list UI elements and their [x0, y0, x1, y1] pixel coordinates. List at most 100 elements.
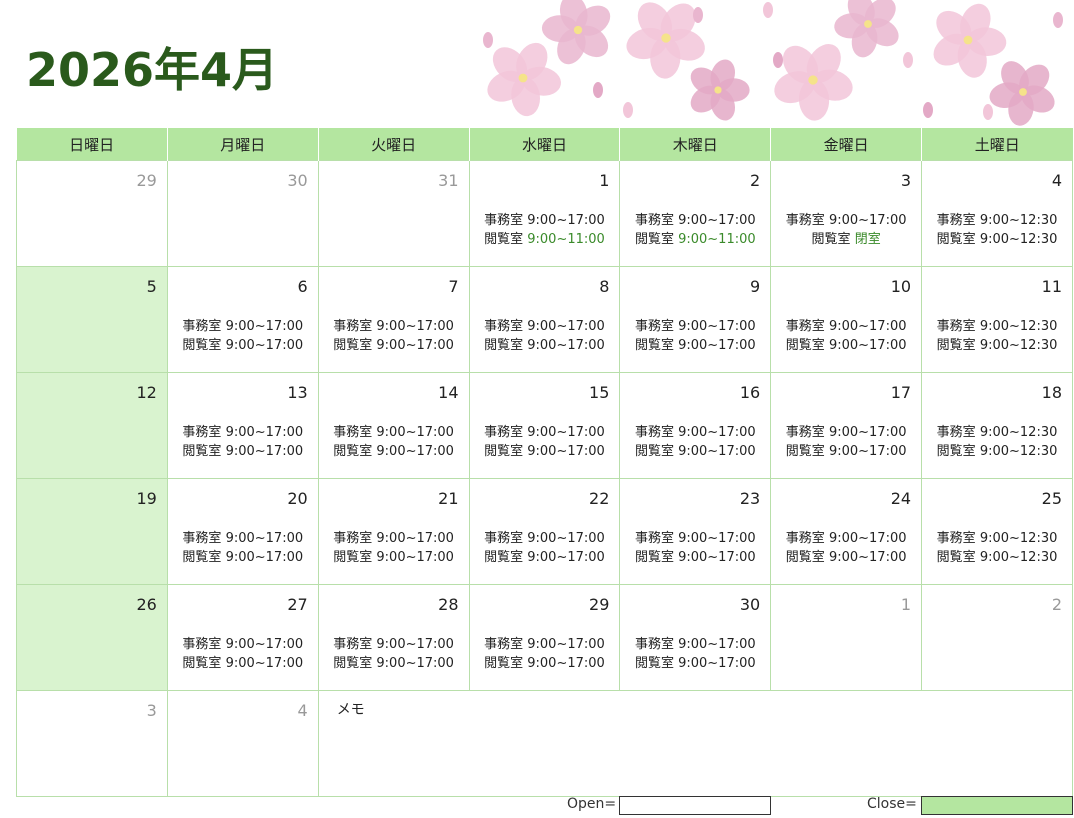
day-cell[interactable]: 1 — [770, 584, 923, 691]
office-label: 事務室 — [634, 213, 674, 228]
day-cell[interactable]: 9 事務室 9:00~17:00 閲覧室 9:00~17:00 — [619, 266, 772, 373]
reading-room-hours: 9:00~17:00 — [225, 550, 304, 565]
day-cell[interactable]: 3 — [16, 690, 168, 797]
reading-room-label: 閲覧室 — [182, 550, 222, 565]
day-cell[interactable]: 26 — [16, 584, 168, 691]
reading-room-hours: 9:00~17:00 — [828, 444, 907, 459]
office-label: 事務室 — [182, 637, 222, 652]
day-cell[interactable]: 30 事務室 9:00~17:00 閲覧室 9:00~17:00 — [619, 584, 772, 691]
opening-hours: 事務室 9:00~12:30 閲覧室 9:00~12:30 — [922, 529, 1072, 567]
weekday-monday: 月曜日 — [166, 128, 319, 161]
day-number: 2 — [1051, 595, 1062, 614]
day-cell[interactable]: 12 — [16, 372, 168, 479]
day-number: 1 — [900, 595, 912, 614]
reading-room-label: 閲覧室 — [936, 338, 976, 353]
day-cell[interactable]: 29 — [16, 160, 168, 267]
office-label: 事務室 — [333, 531, 373, 546]
day-cell[interactable]: 8 事務室 9:00~17:00 閲覧室 9:00~17:00 — [468, 266, 621, 373]
reading-room-label: 閲覧室 — [811, 232, 851, 247]
day-cell[interactable]: 3 事務室 9:00~17:00 閲覧室 閉室 — [770, 160, 923, 267]
office-hours: 9:00~17:00 — [527, 319, 605, 334]
reading-room-hours: 9:00~17:00 — [527, 656, 605, 671]
legend-open-label: Open= — [567, 796, 617, 812]
day-cell[interactable]: 25 事務室 9:00~12:30 閲覧室 9:00~12:30 — [921, 478, 1073, 585]
day-number: 9 — [750, 277, 761, 296]
day-number: 26 — [136, 595, 157, 614]
opening-hours: 事務室 9:00~17:00 閲覧室 9:00~17:00 — [620, 529, 770, 567]
day-cell[interactable]: 4 — [166, 690, 319, 797]
day-cell[interactable]: 20 事務室 9:00~17:00 閲覧室 9:00~17:00 — [166, 478, 319, 585]
day-number: 8 — [599, 277, 610, 296]
reading-room-label: 閲覧室 — [182, 444, 222, 459]
reading-room-label: 閲覧室 — [333, 550, 373, 565]
day-cell[interactable]: 29 事務室 9:00~17:00 閲覧室 9:00~17:00 — [468, 584, 621, 691]
day-cell[interactable]: 22 事務室 9:00~17:00 閲覧室 9:00~17:00 — [468, 478, 621, 585]
cherry-blossom — [541, 0, 611, 65]
office-hours: 9:00~17:00 — [828, 531, 907, 546]
day-cell[interactable]: 19 — [16, 478, 168, 585]
day-cell[interactable]: 2 事務室 9:00~17:00 閲覧室 9:00~11:00 — [619, 160, 772, 267]
office-label: 事務室 — [785, 213, 825, 228]
day-cell[interactable]: 2 — [921, 584, 1073, 691]
legend-close-label: Close= — [867, 796, 917, 812]
office-hours: 9:00~17:00 — [527, 531, 605, 546]
day-cell[interactable]: 1 事務室 9:00~17:00 閲覧室 9:00~11:00 — [468, 160, 621, 267]
day-cell[interactable]: 23 事務室 9:00~17:00 閲覧室 9:00~17:00 — [619, 478, 772, 585]
day-cell[interactable]: 18 事務室 9:00~12:30 閲覧室 9:00~12:30 — [921, 372, 1073, 479]
office-label: 事務室 — [936, 531, 976, 546]
day-cell[interactable]: 14 事務室 9:00~17:00 閲覧室 9:00~17:00 — [317, 372, 470, 479]
office-hours: 9:00~12:30 — [979, 319, 1058, 334]
cherry-blossom — [933, 3, 1007, 78]
day-number: 5 — [146, 277, 157, 296]
office-label: 事務室 — [333, 319, 373, 334]
reading-room-hours: 9:00~17:00 — [678, 656, 756, 671]
reading-room-hours: 9:00~17:00 — [828, 550, 907, 565]
petal — [983, 104, 993, 120]
reading-room-label: 閲覧室 — [333, 444, 373, 459]
opening-hours: 事務室 9:00~17:00 閲覧室 9:00~17:00 — [168, 317, 318, 355]
office-hours: 9:00~17:00 — [225, 425, 304, 440]
petal — [1053, 12, 1063, 28]
memo-area[interactable]: メモ — [317, 690, 1074, 797]
day-cell[interactable]: 13 事務室 9:00~17:00 閲覧室 9:00~17:00 — [166, 372, 319, 479]
opening-hours: 事務室 9:00~17:00 閲覧室 9:00~17:00 — [319, 423, 469, 461]
day-cell[interactable]: 5 — [16, 266, 168, 373]
day-number: 16 — [739, 383, 761, 402]
day-number: 4 — [1051, 171, 1062, 190]
day-cell[interactable]: 11 事務室 9:00~12:30 閲覧室 9:00~12:30 — [921, 266, 1073, 373]
legend-close-swatch — [921, 796, 1073, 815]
reading-room-label: 閲覧室 — [936, 550, 976, 565]
day-cell[interactable]: 16 事務室 9:00~17:00 閲覧室 9:00~17:00 — [619, 372, 772, 479]
office-hours: 9:00~12:30 — [979, 425, 1058, 440]
opening-hours: 事務室 9:00~17:00 閲覧室 9:00~11:00 — [470, 211, 620, 249]
reading-room-label: 閲覧室 — [484, 338, 524, 353]
opening-hours: 事務室 9:00~17:00 閲覧室 9:00~17:00 — [319, 317, 469, 355]
day-cell[interactable]: 15 事務室 9:00~17:00 閲覧室 9:00~17:00 — [468, 372, 621, 479]
weekday-friday: 金曜日 — [770, 128, 922, 161]
weekday-tuesday: 火曜日 — [317, 128, 470, 161]
day-cell[interactable]: 31 — [317, 160, 470, 267]
day-cell[interactable]: 30 — [166, 160, 319, 267]
day-cell[interactable]: 27 事務室 9:00~17:00 閲覧室 9:00~17:00 — [166, 584, 319, 691]
day-cell[interactable]: 10 事務室 9:00~17:00 閲覧室 9:00~17:00 — [770, 266, 923, 373]
day-cell[interactable]: 7 事務室 9:00~17:00 閲覧室 9:00~17:00 — [317, 266, 470, 373]
day-cell[interactable]: 21 事務室 9:00~17:00 閲覧室 9:00~17:00 — [317, 478, 470, 585]
office-label: 事務室 — [484, 213, 524, 228]
petal — [483, 32, 493, 48]
day-cell[interactable]: 17 事務室 9:00~17:00 閲覧室 9:00~17:00 — [770, 372, 923, 479]
office-hours: 9:00~17:00 — [376, 319, 454, 334]
petal — [903, 52, 913, 68]
reading-room-hours: 9:00~17:00 — [376, 656, 454, 671]
office-hours: 9:00~17:00 — [527, 637, 605, 652]
cherry-blossom — [487, 42, 561, 117]
day-cell[interactable]: 28 事務室 9:00~17:00 閲覧室 9:00~17:00 — [317, 584, 470, 691]
day-cell[interactable]: 6 事務室 9:00~17:00 閲覧室 9:00~17:00 — [166, 266, 319, 373]
opening-hours: 事務室 9:00~17:00 閲覧室 9:00~11:00 — [620, 211, 770, 249]
office-hours: 9:00~17:00 — [225, 319, 304, 334]
office-label: 事務室 — [936, 213, 976, 228]
day-cell[interactable]: 24 事務室 9:00~17:00 閲覧室 9:00~17:00 — [770, 478, 923, 585]
weekday-saturday: 土曜日 — [921, 128, 1073, 161]
reading-room-label: 閲覧室 — [182, 656, 222, 671]
opening-hours: 事務室 9:00~12:30 閲覧室 9:00~12:30 — [922, 423, 1072, 461]
day-cell[interactable]: 4 事務室 9:00~12:30 閲覧室 9:00~12:30 — [921, 160, 1073, 267]
